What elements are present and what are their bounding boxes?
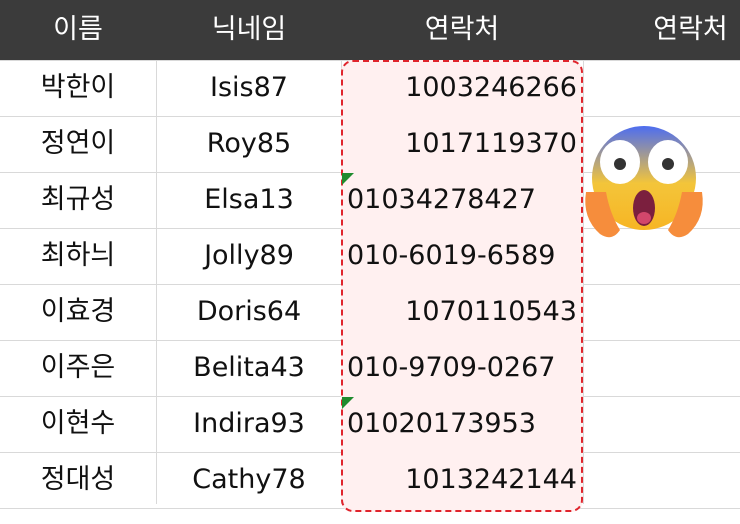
header-cell-nickname[interactable]: 닉네임 xyxy=(157,0,341,60)
cell-contact[interactable]: 1070110543 xyxy=(341,284,583,340)
cell-nickname[interactable]: Isis87 xyxy=(157,60,341,116)
cell-name[interactable]: 최규성 xyxy=(0,172,156,228)
cell-name[interactable]: 정대성 xyxy=(0,452,156,508)
cell-name[interactable]: 이효경 xyxy=(0,284,156,340)
spreadsheet: 이름 닉네임 연락처 연락처 박한이 Isis87 1003246266 정연이 Roy… xyxy=(0,0,740,524)
cell-contact[interactable]: 01020173953 xyxy=(341,396,583,452)
cell-nickname[interactable]: Indira93 xyxy=(157,396,341,452)
cell-name[interactable]: 최하늬 xyxy=(0,228,156,284)
header-cell-name[interactable]: 이름 xyxy=(0,0,156,60)
cell-contact[interactable]: 010-9709-0267 xyxy=(341,340,583,396)
cell-nickname[interactable]: Belita43 xyxy=(157,340,341,396)
cell-contact[interactable]: 1003246266 xyxy=(341,60,583,116)
cell-name[interactable]: 박한이 xyxy=(0,60,156,116)
cell-name[interactable]: 정연이 xyxy=(0,116,156,172)
cell-contact[interactable]: 1017119370 xyxy=(341,116,583,172)
cell-contact[interactable]: 1013242144 xyxy=(341,452,583,508)
cell-name[interactable]: 이주은 xyxy=(0,340,156,396)
cell-name[interactable]: 이현수 xyxy=(0,396,156,452)
number-as-text-flag-icon[interactable] xyxy=(342,397,354,409)
number-as-text-flag-icon[interactable] xyxy=(342,173,354,185)
cell-nickname[interactable]: Roy85 xyxy=(157,116,341,172)
face-screaming-in-fear-icon xyxy=(585,126,703,238)
cell-contact[interactable]: 010-6019-6589 xyxy=(341,228,583,284)
header-cell-contact-2[interactable]: 연락처 xyxy=(583,0,740,60)
cell-nickname[interactable]: Jolly89 xyxy=(157,228,341,284)
cell-nickname[interactable]: Cathy78 xyxy=(157,452,341,508)
header-cell-contact[interactable]: 연락처 xyxy=(341,0,583,60)
cell-contact[interactable]: 01034278427 xyxy=(341,172,583,228)
cell-nickname[interactable]: Doris64 xyxy=(157,284,341,340)
cell-nickname[interactable]: Elsa13 xyxy=(157,172,341,228)
header-row: 이름 닉네임 연락처 연락처 xyxy=(0,0,740,60)
